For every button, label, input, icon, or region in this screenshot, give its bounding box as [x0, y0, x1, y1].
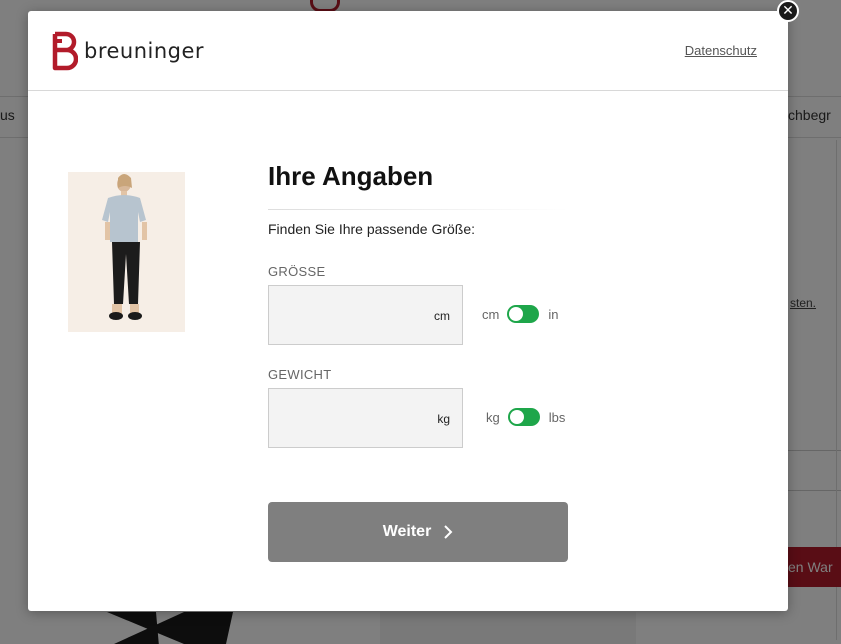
height-unit: cm — [434, 309, 450, 323]
weight-label: GEWICHT — [268, 367, 332, 382]
title-divider — [268, 209, 568, 210]
form-subtitle: Finden Sie Ihre passende Größe: — [268, 221, 476, 237]
height-input[interactable] — [269, 286, 419, 344]
size-advisor-modal: breuninger Datenschutz Ihre Angaben Find… — [28, 11, 788, 611]
weight-input[interactable] — [269, 389, 419, 447]
height-field[interactable]: cm — [268, 285, 463, 345]
form-content: Ihre Angaben Finden Sie Ihre passende Gr… — [268, 161, 588, 237]
logo-text: breuninger — [84, 39, 205, 63]
height-toggle-left-label: cm — [482, 306, 500, 322]
form-title: Ihre Angaben — [268, 161, 434, 191]
weight-toggle-right-label: lbs — [548, 409, 566, 425]
height-toggle-right-label: in — [548, 306, 559, 322]
privacy-link[interactable]: Datenschutz — [685, 43, 757, 58]
height-label: GRÖSSE — [268, 264, 326, 279]
model-image — [68, 172, 185, 332]
submit-button[interactable]: Weiter — [268, 502, 568, 562]
submit-button-label: Weiter — [382, 523, 432, 540]
modal-header: breuninger Datenschutz — [28, 11, 788, 91]
height-unit-toggle-group: cm in — [482, 305, 558, 323]
close-icon[interactable]: ✕ — [777, 0, 799, 22]
toggle-knob — [509, 307, 524, 321]
breuninger-b-logo-icon — [52, 31, 78, 71]
weight-field[interactable]: kg — [268, 388, 463, 448]
breuninger-logo: breuninger — [52, 31, 204, 71]
weight-unit-toggle[interactable] — [507, 408, 540, 426]
toggle-knob — [509, 410, 524, 424]
weight-unit: kg — [437, 412, 450, 426]
model-figure — [68, 172, 185, 332]
height-unit-toggle[interactable] — [507, 305, 540, 323]
weight-toggle-left-label: kg — [486, 409, 500, 425]
chevron-right-icon — [444, 525, 453, 539]
weight-unit-toggle-group: kg lbs — [486, 408, 565, 426]
